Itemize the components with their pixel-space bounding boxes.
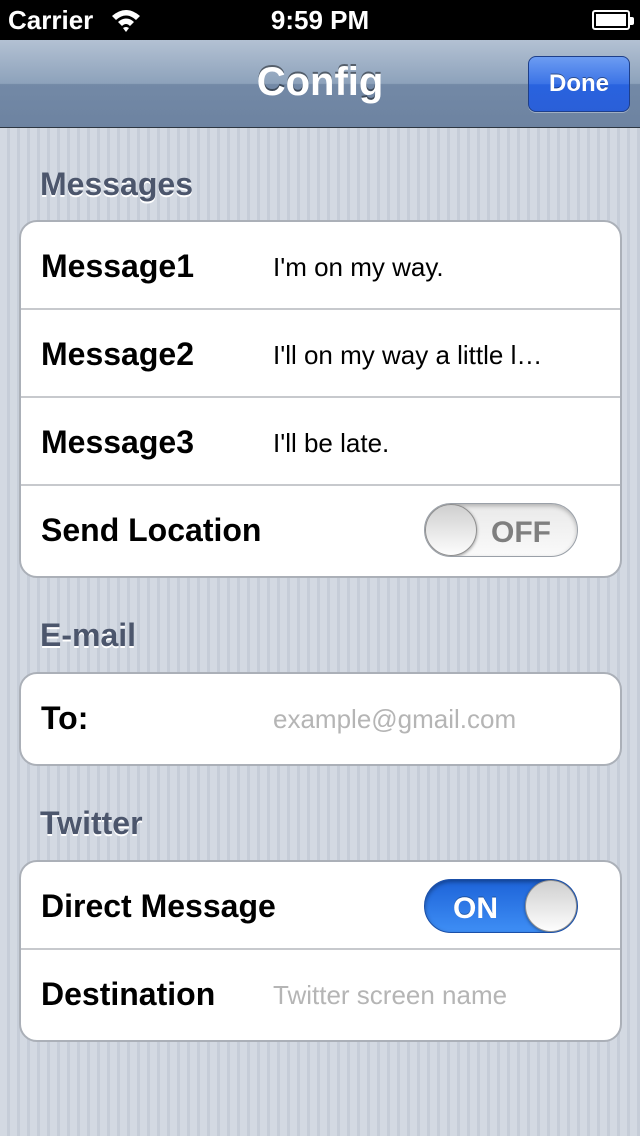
message1-label: Message1 <box>41 248 194 284</box>
message3-value[interactable]: I'll be late. <box>273 428 593 459</box>
toggle-knob <box>525 880 577 932</box>
destination-row[interactable]: Destination Twitter screen name <box>21 950 620 1038</box>
twitter-group: Direct Message ON Destination Twitter sc… <box>19 860 622 1042</box>
section-header-twitter: Twitter <box>40 805 143 841</box>
email-to-row[interactable]: To: example@gmail.com <box>21 674 620 762</box>
send-location-label: Send Location <box>41 512 262 548</box>
message3-row[interactable]: Message3 I'll be late. <box>21 398 620 486</box>
direct-message-toggle[interactable]: ON <box>424 879 578 933</box>
email-to-label: To: <box>41 700 89 736</box>
message1-value[interactable]: I'm on my way. <box>273 252 593 283</box>
direct-message-row: Direct Message ON <box>21 862 620 950</box>
battery-icon <box>592 10 634 30</box>
section-header-email: E-mail <box>40 617 137 653</box>
send-location-row: Send Location OFF <box>21 486 620 574</box>
destination-label: Destination <box>41 976 216 1012</box>
email-to-field[interactable]: example@gmail.com <box>273 704 593 735</box>
toggle-state-text: ON <box>453 892 498 925</box>
navigation-bar: Config Done <box>0 40 640 128</box>
destination-field[interactable]: Twitter screen name <box>273 980 593 1011</box>
message2-row[interactable]: Message2 I'll on my way a little l… <box>21 310 620 398</box>
message3-label: Message3 <box>41 424 194 460</box>
toggle-state-text: OFF <box>491 516 551 549</box>
message2-label: Message2 <box>41 336 194 372</box>
status-time: 9:59 PM <box>270 5 370 35</box>
message1-row[interactable]: Message1 I'm on my way. <box>21 222 620 310</box>
send-location-toggle[interactable]: OFF <box>424 503 578 557</box>
direct-message-label: Direct Message <box>41 888 276 924</box>
email-group: To: example@gmail.com <box>19 672 622 766</box>
message2-value[interactable]: I'll on my way a little l… <box>273 340 593 371</box>
messages-group: Message1 I'm on my way. Message2 I'll on… <box>19 220 622 578</box>
section-header-messages: Messages <box>40 166 193 202</box>
toggle-knob <box>425 504 477 556</box>
done-button[interactable]: Done <box>528 56 630 112</box>
status-bar: Carrier 9:59 PM <box>0 0 640 40</box>
